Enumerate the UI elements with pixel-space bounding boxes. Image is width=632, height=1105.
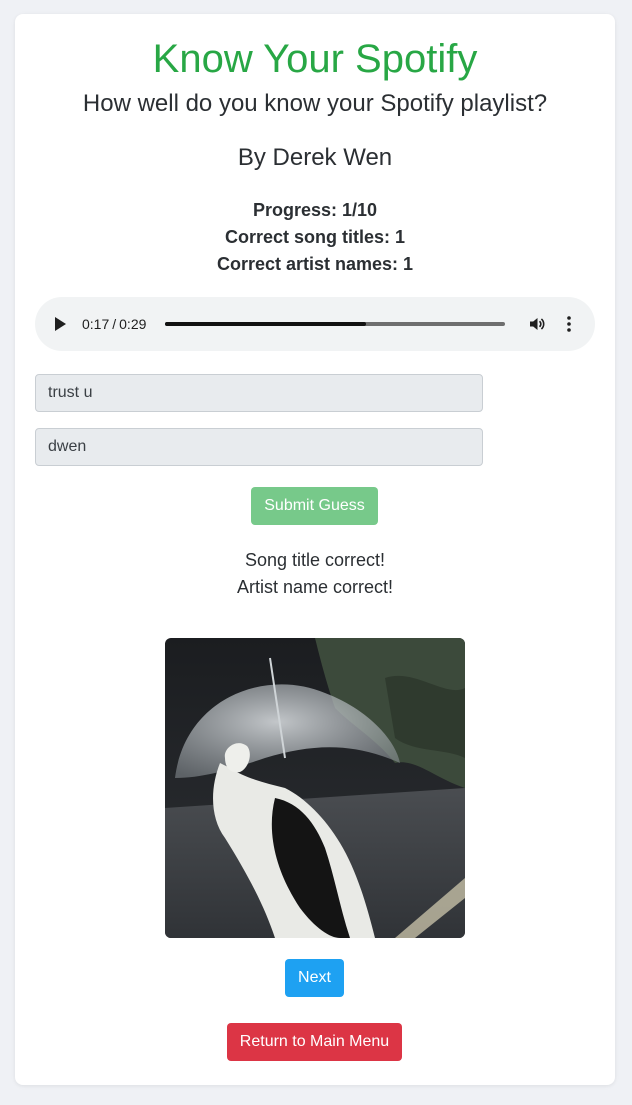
page-title: Know Your Spotify <box>152 37 478 81</box>
duration: 0:29 <box>119 316 147 332</box>
time-display: 0:17/0:29 <box>82 315 146 333</box>
time-separator: / <box>112 316 117 332</box>
seek-bar-fill <box>165 322 366 326</box>
next-button[interactable]: Next <box>285 959 344 997</box>
artist-name-input[interactable] <box>35 428 483 466</box>
progress-text: Progress: 1/10 <box>252 200 378 220</box>
current-time: 0:17 <box>82 316 110 332</box>
play-icon[interactable] <box>55 317 66 331</box>
more-vertical-icon[interactable] <box>563 314 575 334</box>
return-main-menu-button[interactable]: Return to Main Menu <box>227 1023 402 1061</box>
song-title-input[interactable] <box>35 374 483 412</box>
audio-player: 0:17/0:29 <box>35 297 595 351</box>
page-subtitle: How well do you know your Spotify playli… <box>82 90 548 117</box>
volume-icon[interactable] <box>528 315 546 333</box>
stats-panel: Progress: 1/10 Correct song titles: 1 Co… <box>15 197 615 278</box>
correct-titles-text: Correct song titles: 1 <box>224 227 406 247</box>
song-result-text: Song title correct! <box>244 550 386 570</box>
album-art-image <box>165 638 465 938</box>
submit-guess-button[interactable]: Submit Guess <box>251 487 378 525</box>
seek-bar[interactable] <box>165 322 505 326</box>
correct-artists-text: Correct artist names: 1 <box>216 254 414 274</box>
game-card: Know Your Spotify How well do you know y… <box>15 14 615 1085</box>
author-line: By Derek Wen <box>237 144 393 171</box>
artist-result-text: Artist name correct! <box>236 577 394 597</box>
result-message: Song title correct! Artist name correct! <box>15 547 615 601</box>
